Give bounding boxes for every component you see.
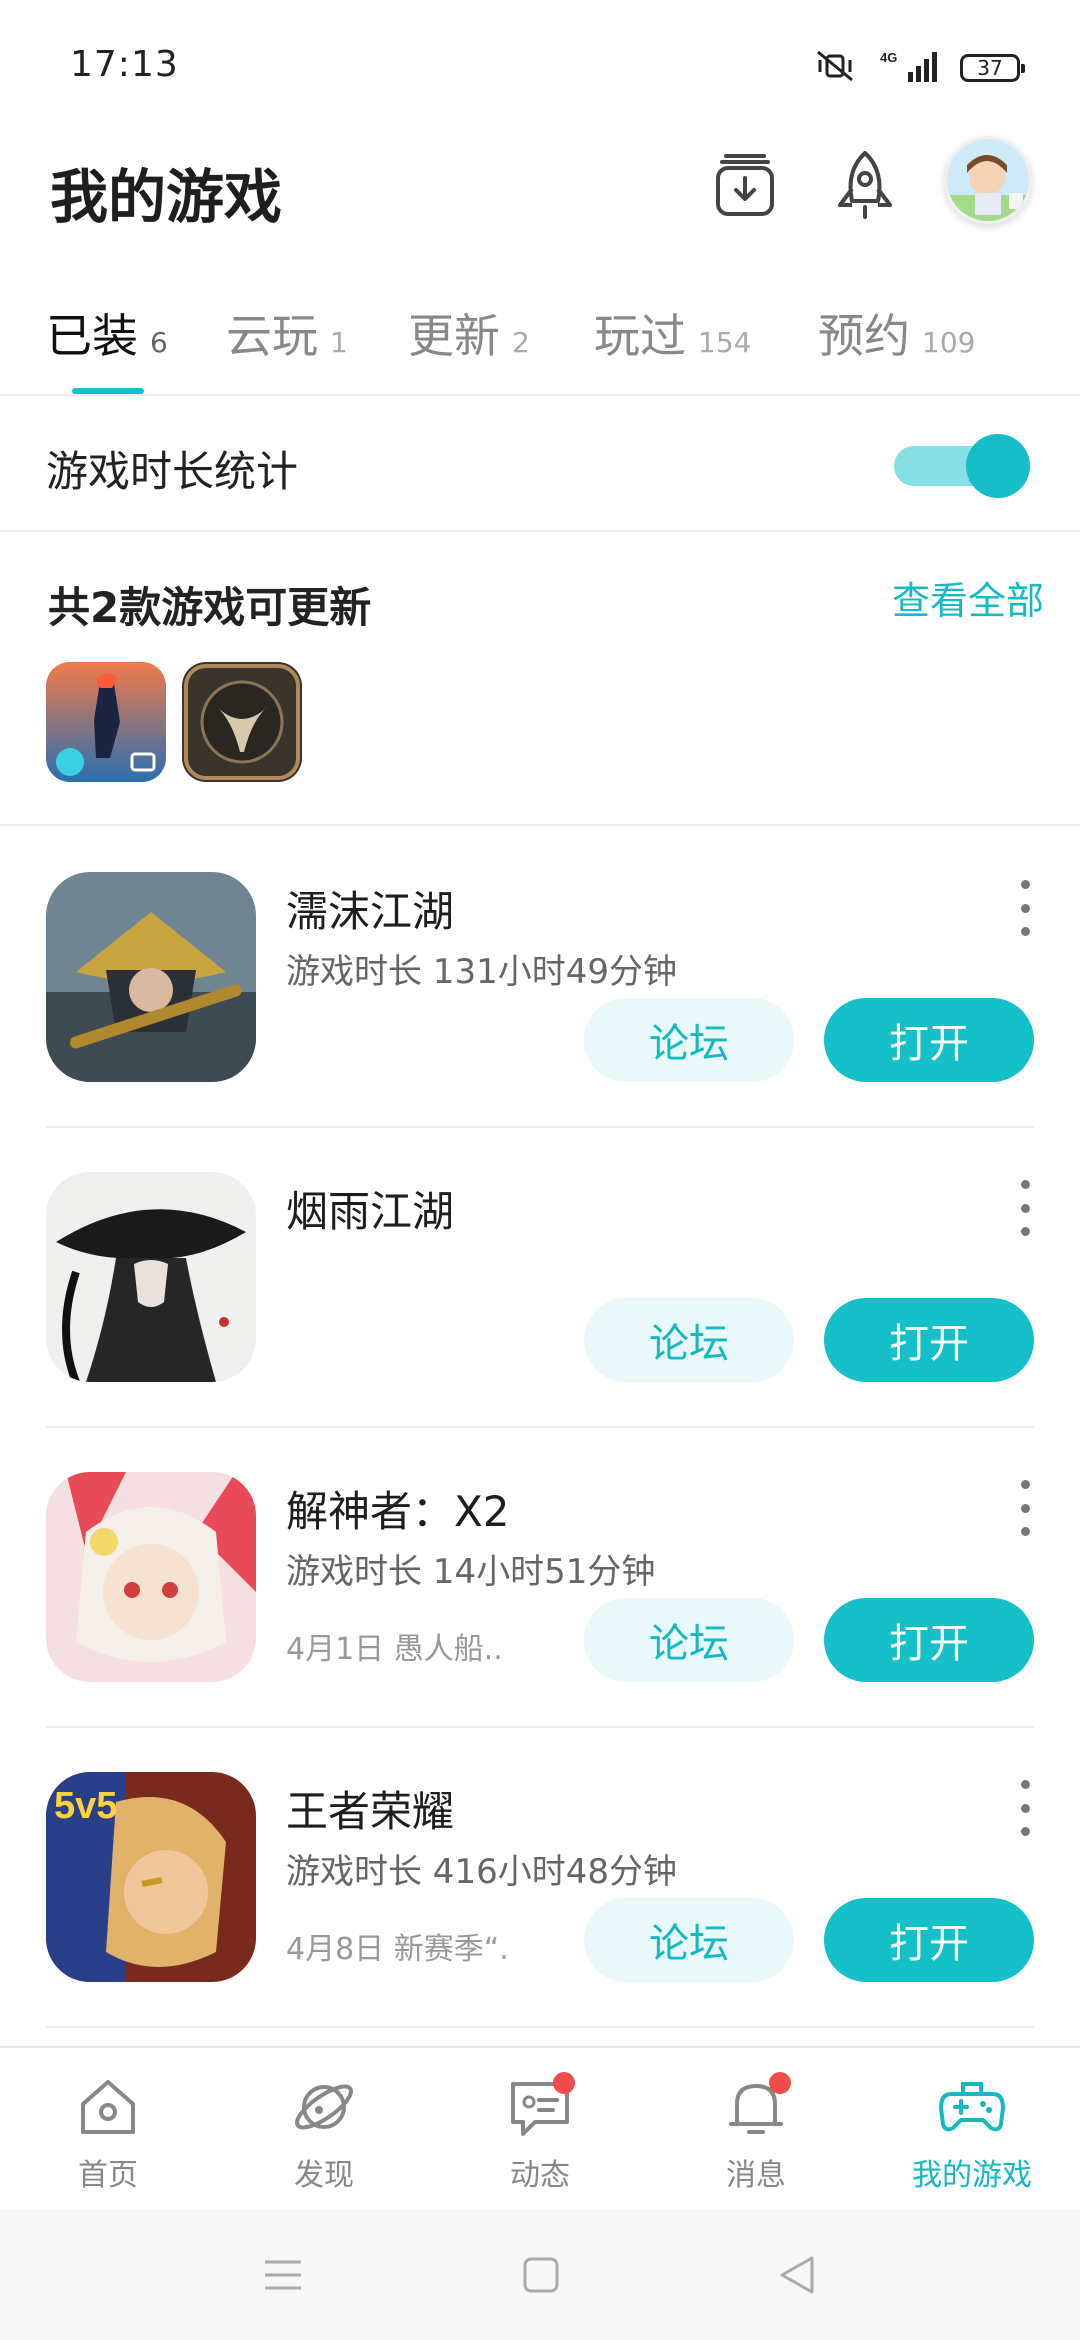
home-button[interactable] <box>514 2248 568 2302</box>
nav-messages[interactable]: 消息 <box>676 2072 836 2202</box>
more-options-button[interactable] <box>1010 1180 1040 1236</box>
updates-title: 共2款游戏可更新 <box>48 583 372 632</box>
notification-badge <box>769 2072 791 2094</box>
tab-installed[interactable]: 已装 6 <box>46 300 168 366</box>
home-icon <box>73 2072 143 2142</box>
tab-count: 154 <box>698 326 752 359</box>
forum-button[interactable]: 论坛 <box>584 1898 794 1982</box>
active-tab-indicator <box>72 388 144 394</box>
tab-count: 6 <box>150 326 168 359</box>
game-name: 解神者：X2 <box>286 1487 510 1536</box>
more-options-button[interactable] <box>1010 1780 1040 1836</box>
open-button[interactable]: 打开 <box>824 1598 1034 1682</box>
planet-icon <box>289 2072 359 2142</box>
tab-label: 云玩 <box>226 309 318 363</box>
tab-updates[interactable]: 更新 2 <box>408 300 530 366</box>
vibrate-mute-icon <box>812 48 858 88</box>
more-options-button[interactable] <box>1010 880 1040 936</box>
open-button[interactable]: 打开 <box>824 1898 1034 1982</box>
download-manager-button[interactable] <box>700 140 790 230</box>
tab-count: 2 <box>512 326 530 359</box>
view-all-link[interactable]: 查看全部 <box>892 570 1044 625</box>
tab-label: 已装 <box>46 309 138 363</box>
nav-discover[interactable]: 发现 <box>244 2072 404 2202</box>
tab-label: 玩过 <box>594 309 686 363</box>
open-button[interactable]: 打开 <box>824 998 1034 1082</box>
signal-icon: 4G <box>880 48 938 88</box>
page-title: 我的游戏 <box>50 163 283 231</box>
game-name: 濡沫江湖 <box>286 887 455 936</box>
forum-button[interactable]: 论坛 <box>584 998 794 1082</box>
game-icon: 5v5 <box>46 1772 256 1982</box>
status-bar: 17:13 4G 37 <box>0 0 1080 130</box>
forum-button[interactable]: 论坛 <box>584 1598 794 1682</box>
game-icon <box>46 1472 256 1682</box>
status-icons: 4G 37 <box>812 48 1025 88</box>
battery-icon: 37 <box>960 54 1025 82</box>
game-list-item[interactable]: 解神者：X2 游戏时长 14小时51分钟 4月1日 愚人船... 论坛 打开 <box>0 1428 1080 1728</box>
game-icon <box>46 1172 256 1382</box>
game-tabs: 已装 6 云玩 1 更新 2 玩过 154 预约 109 <box>0 290 1080 396</box>
nav-label: 我的游戏 <box>912 2158 1032 2193</box>
toggle-knob <box>966 434 1030 498</box>
status-time: 17:13 <box>70 44 179 85</box>
tab-played[interactable]: 玩过 154 <box>594 300 751 366</box>
game-list-item[interactable]: 濡沫江湖 游戏时长 131小时49分钟 论坛 打开 <box>0 828 1080 1128</box>
game-news[interactable]: 4月1日 愚人船... <box>286 1624 506 1668</box>
game-boost-button[interactable] <box>820 140 910 230</box>
square-icon <box>523 2257 559 2293</box>
game-list-item[interactable]: 5v5 王者荣耀 游戏时长 416小时48分钟 4月8日 新赛季“... 论坛 … <box>0 1728 1080 2028</box>
nav-label: 动态 <box>510 2158 570 2193</box>
update-game-icon[interactable] <box>46 662 166 782</box>
tab-label: 更新 <box>408 309 500 363</box>
download-tray-icon <box>716 154 774 216</box>
game-news[interactable]: 4月8日 新赛季“... <box>286 1924 506 1968</box>
bell-icon <box>721 2072 791 2142</box>
notification-badge <box>553 2072 575 2094</box>
playtime-stats-label: 游戏时长统计 <box>46 447 299 496</box>
nav-label: 首页 <box>78 2158 138 2193</box>
tab-label: 预约 <box>818 309 910 363</box>
nav-feed[interactable]: 动态 <box>460 2072 620 2202</box>
updates-section: 共2款游戏可更新 查看全部 <box>0 534 1080 826</box>
nav-label: 发现 <box>294 2158 354 2193</box>
more-options-button[interactable] <box>1010 1480 1040 1536</box>
game-name: 王者荣耀 <box>286 1787 455 1836</box>
gamepad-icon <box>937 2072 1007 2142</box>
rocket-icon <box>838 151 892 219</box>
back-button[interactable] <box>770 2248 824 2302</box>
divider <box>46 2026 1034 2028</box>
menu-icon <box>265 2260 301 2290</box>
game-playtime: 游戏时长 131小时49分钟 <box>286 952 677 992</box>
tab-reserved[interactable]: 预约 109 <box>818 300 975 366</box>
header: 我的游戏 <box>0 130 1080 270</box>
game-playtime: 游戏时长 416小时48分钟 <box>286 1852 677 1892</box>
game-icon <box>46 872 256 1082</box>
forum-button[interactable]: 论坛 <box>584 1298 794 1382</box>
system-nav-bar <box>0 2210 1080 2340</box>
back-triangle-icon <box>780 2256 814 2294</box>
open-button[interactable]: 打开 <box>824 1298 1034 1382</box>
nav-home[interactable]: 首页 <box>28 2072 188 2202</box>
game-list-item[interactable]: 烟雨江湖 论坛 打开 <box>0 1128 1080 1428</box>
playtime-stats-toggle[interactable] <box>894 434 1030 498</box>
menu-button[interactable] <box>256 2248 310 2302</box>
game-playtime: 游戏时长 14小时51分钟 <box>286 1552 656 1592</box>
avatar[interactable] <box>944 136 1032 224</box>
tab-count: 1 <box>330 326 348 359</box>
nav-label: 消息 <box>726 2158 786 2193</box>
bottom-nav: 首页 发现 动态 消息 我的游戏 <box>0 2046 1080 2210</box>
chat-icon <box>505 2072 575 2142</box>
tab-cloud-play[interactable]: 云玩 1 <box>226 300 348 366</box>
svg-text:4G: 4G <box>880 50 897 65</box>
svg-text:5v5: 5v5 <box>54 1785 117 1827</box>
update-game-icon[interactable] <box>182 662 302 782</box>
tab-count: 109 <box>922 326 976 359</box>
playtime-stats-row: 游戏时长统计 <box>0 398 1080 532</box>
game-name: 烟雨江湖 <box>286 1187 455 1236</box>
nav-my-games[interactable]: 我的游戏 <box>892 2072 1052 2202</box>
